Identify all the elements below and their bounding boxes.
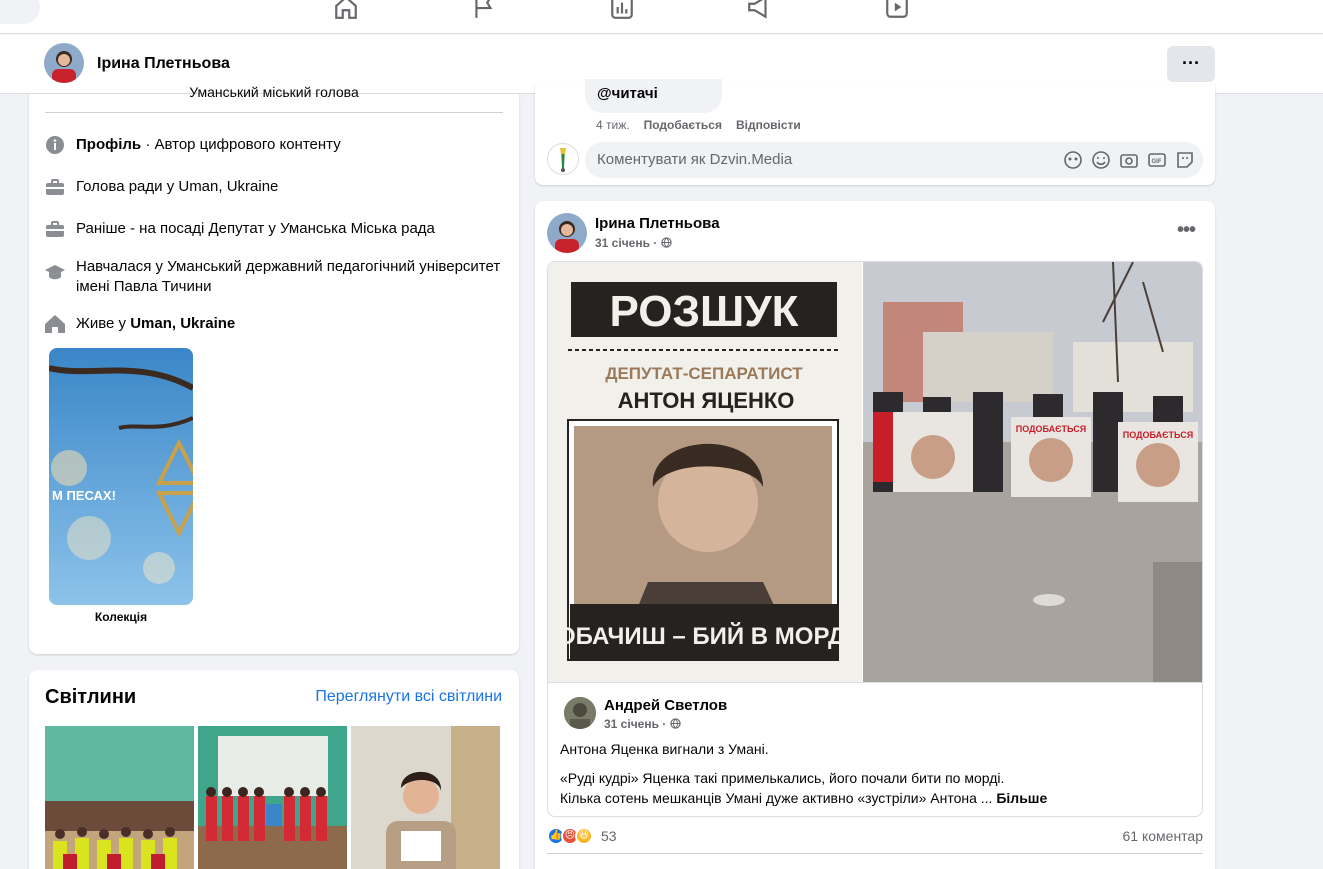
comment-age[interactable]: 4 тиж. [596, 118, 630, 132]
photos-card: Світлини Переглянути всі світлини [29, 670, 519, 869]
gif-icon[interactable]: GIF [1147, 150, 1167, 170]
profile-name[interactable]: Ірина Плетньова [97, 55, 230, 73]
collection-caption: М ПЕСАХ! [52, 488, 116, 503]
comment-count[interactable]: 61 коментар [1123, 828, 1204, 844]
protest-photo[interactable]: ПОДОБАЄТЬСЯ ПОДОБАЄТЬСЯ [863, 262, 1202, 682]
poster-headline: РОЗШУК [610, 287, 799, 336]
comment-placeholder: Коментувати як Dzvin.Media [597, 151, 793, 168]
comment-meta: 4 тиж. Подобається Відповісти [596, 118, 801, 132]
graduation-cap-icon [45, 263, 65, 283]
photos-title[interactable]: Світлини [45, 686, 136, 709]
intro-row-text: Живе у [76, 315, 131, 332]
intro-row-text: Голова ради у Uman, Ukraine [76, 178, 279, 195]
photo-thumbnail[interactable] [45, 726, 194, 869]
comment-bubble: @читачі [585, 79, 722, 113]
shared-post-content: Андрей Светлов 31 січень · Антона Яценка… [548, 682, 1202, 816]
post-author-avatar[interactable] [547, 213, 587, 253]
profile-avatar[interactable] [44, 43, 84, 83]
shared-text-line: Антона Яценка вигнали з Умані. [560, 741, 769, 757]
shared-text-line: Кілька сотень мешканців Умані дуже актив… [560, 790, 997, 806]
emoji-icon[interactable] [1091, 150, 1111, 170]
intro-card: Уманський міський голова Профіль · Автор… [29, 84, 519, 654]
home-icon [45, 314, 65, 334]
home-icon[interactable] [333, 0, 359, 20]
intro-row-text: · Автор цифрового контенту [141, 136, 341, 153]
video-icon[interactable] [884, 0, 910, 20]
photo-thumbnail[interactable] [351, 726, 500, 869]
featured-collection[interactable]: М ПЕСАХ! [49, 348, 193, 605]
flag-icon[interactable] [471, 0, 497, 20]
avatar-sticker-icon[interactable] [1063, 150, 1083, 170]
megaphone-icon[interactable] [746, 0, 772, 20]
see-more-link[interactable]: Більше [996, 790, 1047, 806]
globe-icon [669, 718, 681, 729]
shared-text-line: «Руді кудрі» Яценка такі примелькались, … [560, 770, 1005, 786]
see-all-photos-link[interactable]: Переглянути всі світлини [315, 688, 502, 706]
top-navigation [0, 0, 1323, 34]
info-icon [45, 135, 65, 155]
shared-author-avatar[interactable] [564, 697, 596, 729]
search-box[interactable] [0, 0, 40, 24]
camera-icon[interactable] [1119, 150, 1139, 170]
reaction-count[interactable]: 53 [601, 828, 617, 844]
reply-link[interactable]: Відповісти [736, 118, 801, 132]
poster-slogan: ПОБАЧИШ – БИЙ В МОРДУ! [548, 622, 862, 650]
like-link[interactable]: Подобається [644, 118, 722, 132]
intro-row-text: Раніше - на посаді Депутат у Уманська Мі… [76, 220, 435, 237]
shared-text-paragraph: «Руді кудрі» Яценка такі примелькались, … [560, 768, 1200, 808]
more-options-button[interactable]: ··· [1167, 46, 1215, 82]
briefcase-icon [45, 219, 65, 239]
comment-input[interactable]: Коментувати як Dzvin.Media GIF [585, 142, 1203, 178]
shared-post[interactable]: РОЗШУК ДЕПУТАТ-СЕПАРАТИСТ АНТОН ЯЦЕНКО П… [547, 261, 1203, 817]
haha-reaction-icon: 😆 [575, 827, 593, 845]
protest-sign-text: ПОДОБАЄТЬСЯ [1123, 430, 1194, 440]
post-date[interactable]: 31 січень · [595, 236, 672, 250]
wanted-poster-image[interactable]: РОЗШУК ДЕПУТАТ-СЕПАРАТИСТ АНТОН ЯЦЕНКО П… [548, 262, 868, 682]
shared-date-text[interactable]: 31 січень · [604, 717, 666, 731]
globe-icon [660, 237, 672, 248]
reactions-summary[interactable]: 👍 😠 😆 53 [547, 827, 617, 845]
intro-row-bold: Uman, Ukraine [130, 315, 236, 332]
divider [45, 112, 503, 113]
divider [547, 853, 1203, 854]
previous-post-comments: @читачі 4 тиж. Подобається Відповісти Коме… [535, 79, 1215, 185]
chart-icon[interactable] [609, 0, 635, 20]
post-author[interactable]: Ірина Плетньова [595, 215, 720, 232]
collection-label: Колекція [94, 610, 148, 624]
post: Ірина Плетньова 31 січень · ••• РОЗШУК Д… [535, 201, 1215, 869]
shared-author[interactable]: Андрей Светлов [604, 697, 727, 714]
poster-subtitle: ДЕПУТАТ-СЕПАРАТИСТ [605, 364, 803, 383]
protest-sign-text: ПОДОБАЄТЬСЯ [1016, 424, 1087, 434]
intro-cut-text: Уманський міський голова [189, 84, 359, 98]
post-date-text[interactable]: 31 січень · [595, 236, 657, 250]
shared-date[interactable]: 31 січень · [604, 717, 681, 731]
sticker-icon[interactable] [1175, 150, 1195, 170]
intro-row-text: Навчалася у Уманський державний педагогі… [76, 258, 501, 295]
post-options-button[interactable]: ••• [1177, 219, 1196, 242]
photo-thumbnail[interactable] [198, 726, 347, 869]
poster-name: АНТОН ЯЦЕНКО [618, 388, 795, 413]
intro-row-bold: Профіль [76, 136, 142, 153]
comment-tools: GIF [1063, 150, 1195, 170]
svg-text:GIF: GIF [1152, 159, 1162, 165]
commenter-avatar[interactable] [547, 143, 579, 175]
comment-mention[interactable]: @читачі [597, 85, 658, 102]
briefcase-icon [45, 177, 65, 197]
